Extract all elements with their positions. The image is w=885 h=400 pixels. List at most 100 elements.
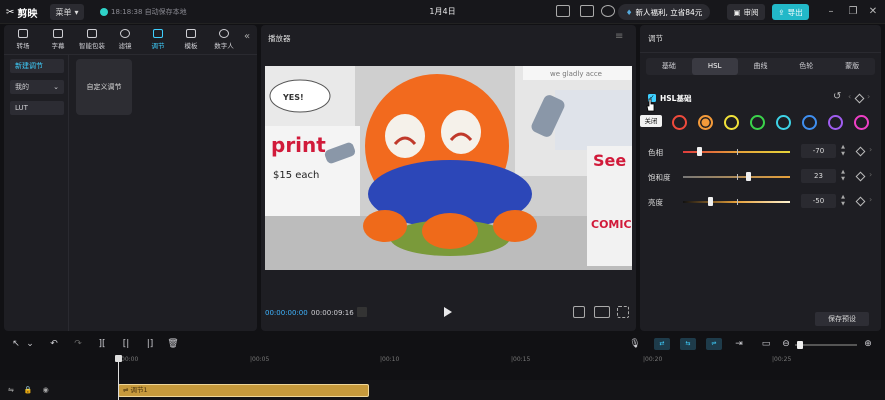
undo-icon[interactable]: ↶	[48, 338, 60, 350]
save-preset-button[interactable]: 保存预设	[815, 312, 869, 326]
tab-hsl[interactable]: HSL	[691, 58, 738, 75]
player-panel: 播放器 ≡ print $15 each YES! we gladly acce…	[261, 25, 636, 331]
swatch-magenta[interactable]	[854, 115, 869, 130]
link-main-track-icon[interactable]: ⇄	[654, 338, 670, 350]
promo-badge[interactable]: ♦ 新人福利, 立省84元	[618, 4, 710, 20]
tab-basic[interactable]: 基础	[646, 58, 692, 75]
maximize-icon[interactable]: ❐	[846, 5, 860, 19]
close-icon[interactable]: ✕	[866, 5, 880, 19]
swatch-purple[interactable]	[828, 115, 843, 130]
fullscreen-icon[interactable]	[617, 306, 629, 318]
swatch-green[interactable]	[750, 115, 765, 130]
tab-avatar[interactable]: 数字人	[207, 27, 241, 51]
hue-stepper[interactable]: ▲ ▼	[839, 144, 847, 158]
split-icon[interactable]: ][	[96, 338, 108, 350]
zoom-out-icon[interactable]: ⊖	[780, 338, 792, 350]
hue-slider-handle[interactable]	[697, 147, 703, 156]
reset-icon[interactable]: ↺	[833, 91, 841, 102]
linkage-icon[interactable]: ⇌	[706, 338, 722, 350]
chevron-right-icon[interactable]: ›	[869, 195, 872, 204]
tab-label: 字幕	[51, 42, 65, 50]
zoom-slider-handle[interactable]	[797, 341, 803, 349]
export-button[interactable]: ⇪ 导出	[772, 4, 809, 20]
microphone-icon[interactable]: 🎙	[629, 338, 641, 350]
brightness-slider-handle[interactable]	[707, 197, 713, 206]
tab-template[interactable]: 模板	[174, 27, 208, 51]
swatch-orange[interactable]	[698, 115, 713, 130]
chevron-right-icon[interactable]: ›	[869, 170, 872, 179]
review-button[interactable]: ▣ 审阅	[727, 4, 765, 20]
brightness-stepper[interactable]: ▲ ▼	[839, 194, 847, 208]
brightness-value-input[interactable]: -50	[801, 194, 836, 208]
saturation-stepper[interactable]: ▲ ▼	[839, 169, 847, 183]
chevron-left-icon[interactable]: ‹	[848, 92, 851, 101]
autosave-status: 18:18:38 自动保存本地	[100, 7, 187, 17]
sidebar-item-new-adjust[interactable]: 新建调节	[10, 59, 64, 73]
collapse-panel-icon[interactable]: «	[244, 31, 250, 42]
playhead-handle[interactable]	[115, 355, 122, 362]
ruler-tick-label: |00:10	[380, 356, 400, 363]
adjust-icon	[153, 29, 163, 38]
tab-curves[interactable]: 曲线	[738, 58, 784, 75]
ruler-tick-label: |00:15	[511, 356, 531, 363]
chevron-right-icon[interactable]: ›	[867, 92, 870, 101]
keyframe-icon[interactable]	[855, 146, 866, 157]
timeline-toolbar	[0, 334, 885, 354]
tab-color-wheel[interactable]: 色轮	[783, 58, 829, 75]
saturation-slider-handle[interactable]	[746, 172, 752, 181]
timeline-ruler[interactable]	[116, 355, 885, 367]
chevron-right-icon[interactable]: ›	[869, 145, 872, 154]
preview-axis-icon[interactable]: ⇥	[733, 338, 745, 350]
tab-smart-pack[interactable]: 智能包装	[75, 27, 109, 51]
video-text-yes: YES!	[282, 93, 304, 102]
keyframe-icon[interactable]	[855, 196, 866, 207]
split-right-icon[interactable]: |]	[144, 338, 156, 350]
adjust-tabs: 基础 HSL 曲线 色轮 蒙版	[646, 58, 875, 75]
custom-adjust-card[interactable]: 自定义调节	[76, 59, 132, 115]
keyframe-icon[interactable]	[854, 93, 865, 104]
eye-icon[interactable]: ◉	[43, 386, 49, 394]
sidebar-item-lut[interactable]: LUT	[10, 101, 64, 115]
layout-icon[interactable]	[580, 5, 594, 17]
menu-icon[interactable]: ≡	[615, 31, 623, 42]
chevron-down-icon[interactable]: ⌄	[24, 338, 36, 350]
hue-value-input[interactable]: -70	[801, 144, 836, 158]
play-icon[interactable]	[443, 306, 453, 318]
auto-snap-icon[interactable]: ⇆	[680, 338, 696, 350]
menu-button[interactable]: 菜单 ▾	[50, 4, 84, 20]
delete-icon[interactable]: 🗑	[167, 338, 179, 350]
swatch-cyan[interactable]	[776, 115, 791, 130]
swatch-blue[interactable]	[802, 115, 817, 130]
transition-icon	[18, 29, 28, 38]
keyframe-icon[interactable]	[855, 171, 866, 182]
video-preview[interactable]: print $15 each YES! we gladly acce See C…	[265, 66, 632, 270]
swatch-yellow[interactable]	[724, 115, 739, 130]
redo-icon[interactable]: ↷	[72, 338, 84, 350]
saturation-value-input[interactable]: 23	[801, 169, 836, 183]
adjust-clip[interactable]: ⇌ 调节1	[118, 384, 369, 397]
tab-subtitle[interactable]: 字幕	[41, 27, 75, 51]
zoom-in-icon[interactable]: ⊕	[862, 338, 874, 350]
sidebar-item-mine[interactable]: 我的 ⌄	[10, 80, 64, 94]
tab-adjust[interactable]: 调节	[141, 27, 175, 51]
clip-label: 调节1	[130, 386, 148, 394]
autosave-check-icon	[100, 8, 108, 16]
tab-transition[interactable]: 转场	[6, 27, 40, 51]
player-title: 播放器	[268, 34, 291, 43]
caption-icon[interactable]: ▭	[760, 338, 772, 350]
app-name: 剪映	[17, 9, 38, 20]
zoom-slider[interactable]	[795, 344, 857, 346]
settings-icon[interactable]	[601, 5, 615, 17]
minimize-icon[interactable]: –	[824, 5, 838, 19]
select-tool-icon[interactable]: ↖	[10, 338, 22, 350]
shortcut-icon[interactable]	[556, 5, 570, 17]
lock-icon[interactable]: 🔒	[24, 386, 33, 394]
track-settings-icon[interactable]: ⇋	[8, 386, 14, 394]
timecode-grid-icon	[357, 307, 367, 317]
split-left-icon[interactable]: [|	[120, 338, 132, 350]
tab-mask[interactable]: 蒙版	[829, 58, 875, 75]
fullscreen-crop-icon[interactable]	[573, 306, 585, 318]
aspect-ratio-icon[interactable]	[594, 306, 610, 318]
swatch-red[interactable]	[672, 115, 687, 130]
tab-filter[interactable]: 滤镜	[108, 27, 142, 51]
